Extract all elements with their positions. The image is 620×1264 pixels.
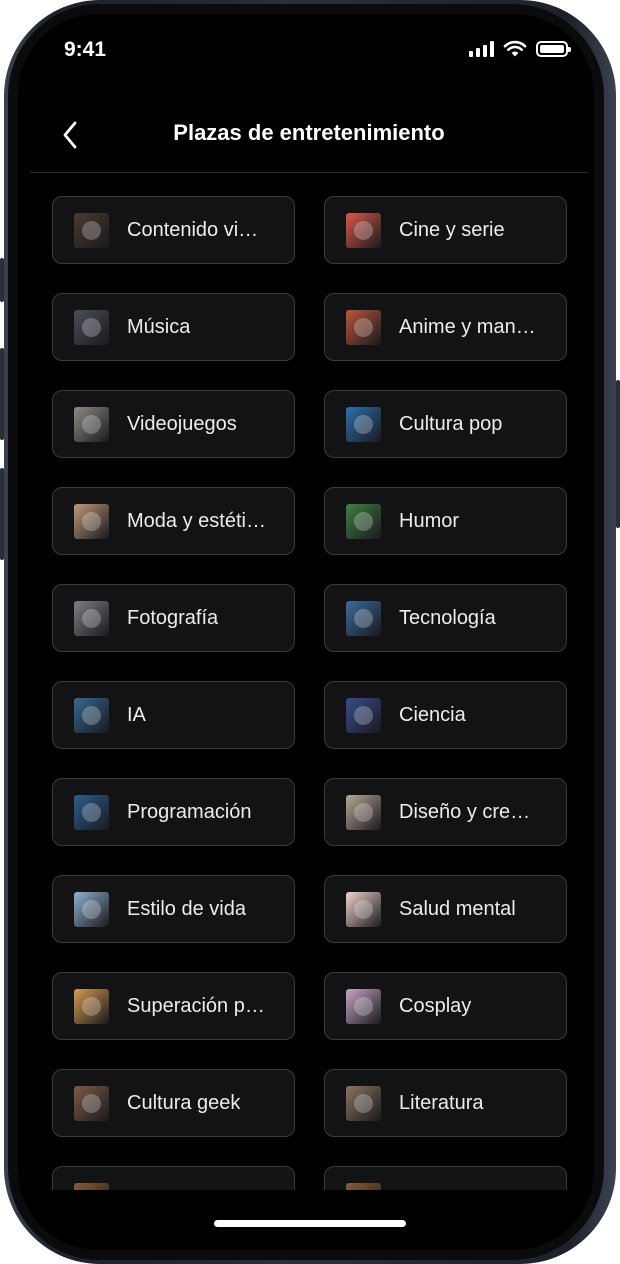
category-label: Fotografía (127, 606, 219, 629)
category-grid: Contenido vi… Cine y serie Música Anime y m… (52, 196, 568, 1190)
category-tile[interactable]: Moda y estéti… (52, 487, 295, 555)
category-label: Anime y man… (399, 315, 536, 338)
category-label: Humor (399, 509, 460, 532)
category-label: Salud mental (399, 897, 516, 920)
category-tile[interactable]: Diseño y cre… (324, 778, 567, 846)
category-tile[interactable] (52, 1166, 295, 1190)
category-tile[interactable]: Cultura pop (324, 390, 567, 458)
navigation-header: Plazas de entretenimiento (30, 100, 588, 173)
category-tile[interactable] (324, 1166, 567, 1190)
wifi-icon (503, 40, 527, 57)
camera-thumbnail (74, 600, 109, 636)
category-tile[interactable]: Literatura (324, 1069, 567, 1137)
category-tile[interactable]: Cosplay (324, 972, 567, 1040)
category-label: Contenido vi… (127, 218, 259, 241)
category-label: Estilo de vida (127, 897, 246, 920)
category-label: Literatura (399, 1091, 484, 1114)
popcorn-thumbnail (346, 212, 381, 248)
anime-sunset-thumbnail (346, 309, 381, 345)
category-label: Cine y serie (399, 218, 505, 241)
category-label: IA (127, 703, 146, 726)
category-label: Tecnología (399, 606, 496, 629)
category-tile[interactable]: Ciencia (324, 681, 567, 749)
volume-down-button (0, 468, 4, 560)
category-tile[interactable]: Anime y man… (324, 293, 567, 361)
category-label: Moda y estéti… (127, 509, 266, 532)
category-tile[interactable]: Cine y serie (324, 196, 567, 264)
category-grid-scroll[interactable]: Contenido vi… Cine y serie Música Anime y m… (52, 196, 568, 1190)
pop-culture-thumbnail (346, 406, 381, 442)
cellular-signal-icon (469, 40, 494, 57)
action-button (0, 258, 4, 302)
category-tile[interactable]: Estilo de vida (52, 875, 295, 943)
category-label: Ciencia (399, 703, 466, 726)
category-label: Videojuegos (127, 412, 237, 435)
category-thumbnail (74, 1182, 109, 1190)
category-tile[interactable]: Superación p… (52, 972, 295, 1040)
frog-meme-thumbnail (346, 503, 381, 539)
battery-icon (536, 40, 571, 57)
volume-up-button (0, 348, 4, 440)
category-label: Música (127, 315, 191, 338)
power-button (616, 380, 620, 528)
category-tile[interactable]: Fotografía (52, 584, 295, 652)
lifestyle-thumbnail (74, 891, 109, 927)
category-tile[interactable]: Humor (324, 487, 567, 555)
home-indicator[interactable] (214, 1220, 406, 1227)
category-tile[interactable]: Videojuegos (52, 390, 295, 458)
page-title: Plazas de entretenimiento (173, 120, 445, 145)
category-tile[interactable]: Música (52, 293, 295, 361)
category-tile[interactable]: Tecnología (324, 584, 567, 652)
category-tile[interactable]: IA (52, 681, 295, 749)
brain-network-thumbnail (346, 697, 381, 733)
technology-thumbnail (346, 600, 381, 636)
category-label: Cultura pop (399, 412, 503, 435)
robot-thumbnail (74, 697, 109, 733)
category-label: Cosplay (399, 994, 472, 1017)
cassette-thumbnail (74, 309, 109, 345)
category-label: Superación p… (127, 994, 265, 1017)
category-thumbnail (346, 1182, 381, 1190)
category-tile[interactable]: Programación (52, 778, 295, 846)
gamepad-thumbnail (74, 406, 109, 442)
category-tile[interactable]: Salud mental (324, 875, 567, 943)
design-desk-thumbnail (346, 794, 381, 830)
status-icons (469, 40, 571, 57)
fashion-thumbnail (74, 503, 109, 539)
category-label: Cultura geek (127, 1091, 241, 1114)
category-tile[interactable]: Cultura geek (52, 1069, 295, 1137)
category-tile[interactable]: Contenido vi… (52, 196, 295, 264)
video-content-thumbnail (74, 212, 109, 248)
geek-collage-thumbnail (74, 1085, 109, 1121)
sunrise-thumbnail (74, 988, 109, 1024)
status-time: 9:41 (64, 38, 107, 61)
category-label: Diseño y cre… (399, 800, 531, 823)
cosplay-thumbnail (346, 988, 381, 1024)
code-thumbnail (74, 794, 109, 830)
brain-thumbnail (346, 891, 381, 927)
category-label: Programación (127, 800, 252, 823)
books-thumbnail (346, 1085, 381, 1121)
